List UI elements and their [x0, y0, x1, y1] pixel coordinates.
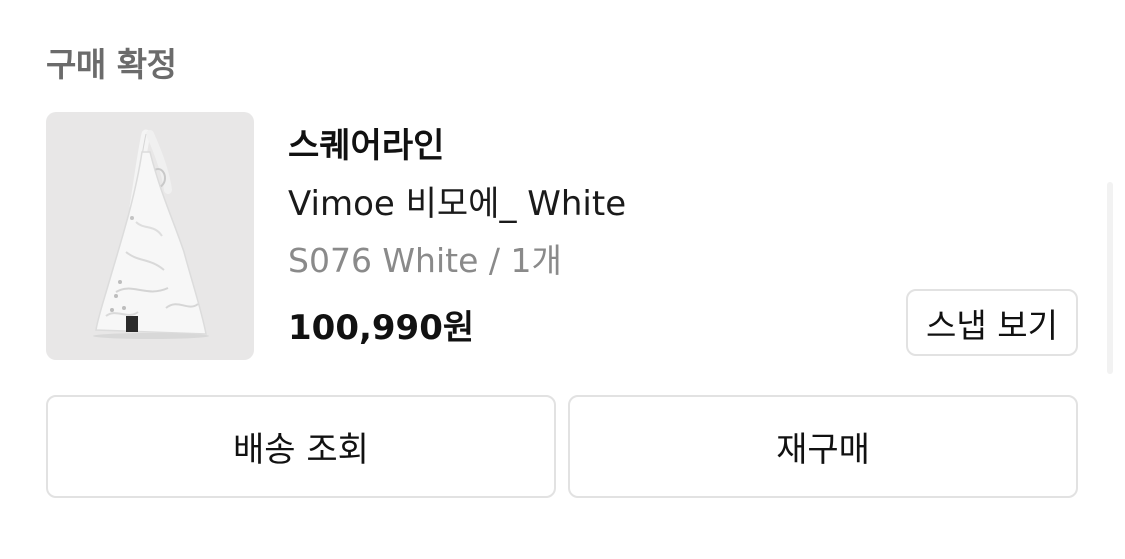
tote-bag-icon: [93, 129, 209, 339]
snap-view-button[interactable]: 스냅 보기: [906, 289, 1078, 356]
track-shipping-button[interactable]: 배송 조회: [46, 395, 556, 498]
product-option: S076 White / 1개: [288, 241, 562, 280]
product-image[interactable]: [46, 112, 254, 360]
reorder-button[interactable]: 재구매: [568, 395, 1078, 498]
product-name[interactable]: Vimoe 비모에_ White: [288, 176, 626, 225]
scrollbar[interactable]: [1107, 182, 1113, 374]
product-price: 100,990원: [288, 308, 475, 348]
order-status-title: 구매 확정: [46, 45, 177, 84]
product-brand[interactable]: 스퀘어라인: [288, 118, 444, 167]
